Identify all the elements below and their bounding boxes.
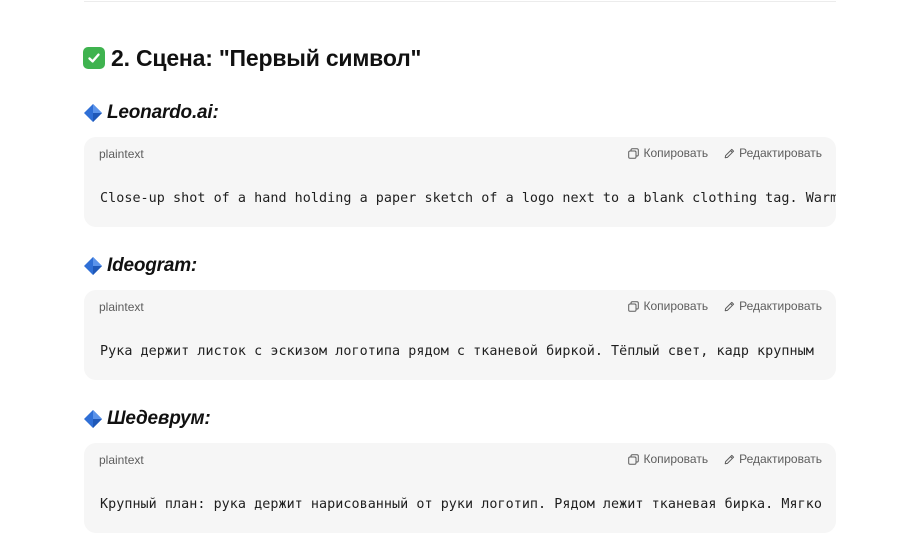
section-title: 2. Сцена: "Первый символ" xyxy=(83,42,421,74)
sub-heading-ideogram: Ideogram: xyxy=(83,253,197,279)
copy-icon xyxy=(628,300,640,312)
sub-heading-text: Ideogram: xyxy=(107,255,198,276)
blue-diamond-icon xyxy=(84,410,102,428)
pencil-icon xyxy=(724,454,735,464)
copy-label: Копировать xyxy=(643,146,709,160)
sub-heading-text: Leonardo.ai: xyxy=(107,102,219,123)
code-actions: Копировать Редактировать xyxy=(628,146,822,160)
chat-message-content: 2. Сцена: "Первый символ" Leonardo.ai: p… xyxy=(0,0,900,557)
copy-label: Копировать xyxy=(643,452,709,466)
code-text[interactable]: Close-up shot of a hand holding a paper … xyxy=(100,191,836,206)
divider xyxy=(84,1,836,2)
code-text[interactable]: Крупный план: рука держит нарисованный о… xyxy=(100,497,822,512)
code-actions: Копировать Редактировать xyxy=(628,299,822,313)
sub-heading-text: Шедеврум: xyxy=(107,408,211,429)
edit-button[interactable]: Редактировать xyxy=(724,452,822,466)
copy-button[interactable]: Копировать xyxy=(628,452,708,466)
pencil-icon xyxy=(724,148,735,158)
edit-button[interactable]: Редактировать xyxy=(724,146,822,160)
copy-button[interactable]: Копировать xyxy=(628,146,708,160)
code-block: plaintext Копировать Редактировать Close… xyxy=(84,137,836,227)
edit-button[interactable]: Редактировать xyxy=(724,299,822,313)
copy-button[interactable]: Копировать xyxy=(628,299,708,313)
code-language-label: plaintext xyxy=(99,453,144,467)
edit-label: Редактировать xyxy=(739,452,822,466)
code-block: plaintext Копировать Редактировать Крупн… xyxy=(84,443,836,533)
sub-heading-leonardo: Leonardo.ai: xyxy=(83,100,219,126)
code-actions: Копировать Редактировать xyxy=(628,452,822,466)
copy-icon xyxy=(628,147,640,159)
copy-icon xyxy=(628,453,640,465)
copy-label: Копировать xyxy=(643,299,709,313)
check-mark-button-icon xyxy=(83,47,105,69)
code-language-label: plaintext xyxy=(99,300,144,314)
code-block: plaintext Копировать Редактировать Рука … xyxy=(84,290,836,380)
blue-diamond-icon xyxy=(84,257,102,275)
pencil-icon xyxy=(724,301,735,311)
sub-heading-shedevrum: Шедеврум: xyxy=(83,406,211,432)
edit-label: Редактировать xyxy=(739,146,822,160)
blue-diamond-icon xyxy=(84,104,102,122)
section-title-text: 2. Сцена: "Первый символ" xyxy=(111,44,422,71)
edit-label: Редактировать xyxy=(739,299,822,313)
code-language-label: plaintext xyxy=(99,147,144,161)
code-text[interactable]: Рука держит листок с эскизом логотипа ря… xyxy=(100,344,814,359)
